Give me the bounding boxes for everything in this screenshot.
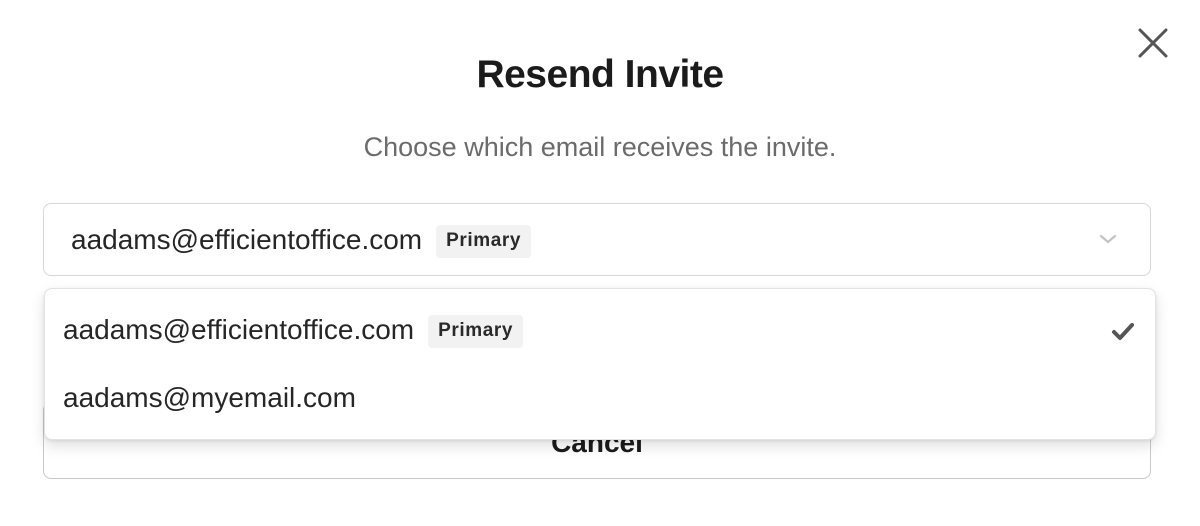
option-email-text: aadams@myemail.com [63,382,356,413]
option-label: aadams@myemail.com [63,382,356,414]
selected-email-text: aadams@efficientoffice.com [71,224,423,255]
resend-invite-dialog: Resend Invite Choose which email receive… [0,0,1200,526]
dialog-title: Resend Invite [476,53,724,96]
checkmark-icon [1112,323,1134,340]
email-dropdown-menu: aadams@efficientoffice.com Primary aadams… [44,288,1156,440]
primary-badge: Primary [428,315,524,348]
dropdown-option-secondary[interactable]: aadams@myemail.com [45,367,1155,433]
option-email-text: aadams@efficientoffice.com [63,314,415,345]
primary-badge: Primary [436,225,532,258]
dialog-subtitle: Choose which email receives the invite. [363,132,837,162]
email-select[interactable]: aadams@efficientoffice.com Primary [43,203,1151,276]
chevron-down-icon [1099,234,1117,244]
selected-email: aadams@efficientoffice.com Primary [71,224,532,258]
dropdown-option-primary[interactable]: aadams@efficientoffice.com Primary [45,299,1155,365]
option-label: aadams@efficientoffice.com Primary [63,314,524,348]
